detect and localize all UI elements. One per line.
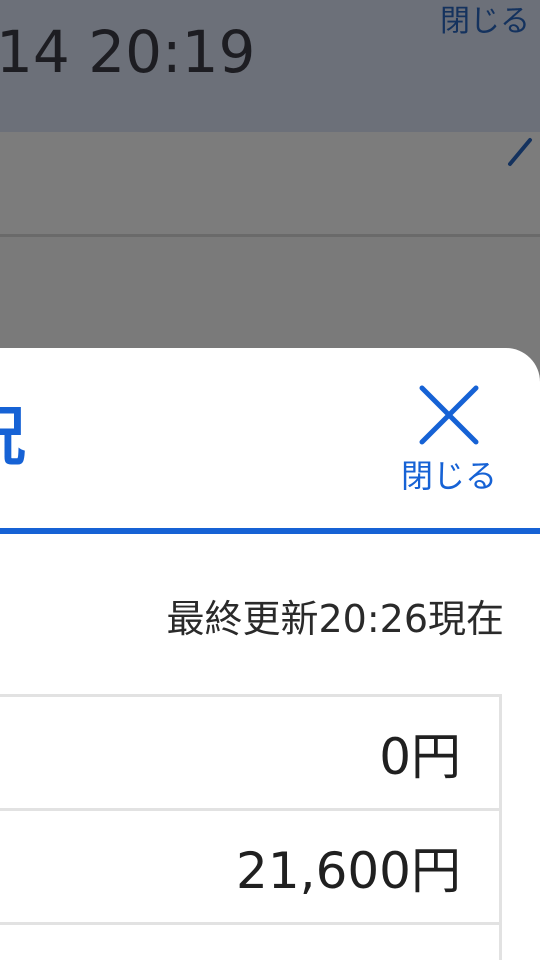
amount-value: 0円 xyxy=(379,728,461,786)
modal-header: 況 閉じる xyxy=(0,348,540,528)
amount-status-modal: 況 閉じる 最終更新20:26現在 0円 21,600円 xyxy=(0,348,540,960)
table-row: 0円 xyxy=(0,694,502,808)
modal-title: 況 xyxy=(0,402,26,474)
chevron-right-icon xyxy=(508,138,532,166)
close-x-icon xyxy=(419,385,479,445)
background-header: 14 20:19 閉じる xyxy=(0,0,540,132)
table-row xyxy=(0,922,502,960)
background-close-label: 閉じる xyxy=(440,4,530,39)
amount-table: 0円 21,600円 xyxy=(0,694,502,960)
last-updated-timestamp: 最終更新20:26現在 xyxy=(166,597,504,641)
close-button-label: 閉じる xyxy=(400,457,497,495)
background-datetime: 14 20:19 xyxy=(0,18,256,86)
table-row: 21,600円 xyxy=(0,808,502,922)
amount-value: 21,600円 xyxy=(236,842,461,900)
close-button[interactable]: 閉じる xyxy=(382,378,516,508)
header-divider xyxy=(0,528,540,534)
background-list-row xyxy=(0,132,540,237)
